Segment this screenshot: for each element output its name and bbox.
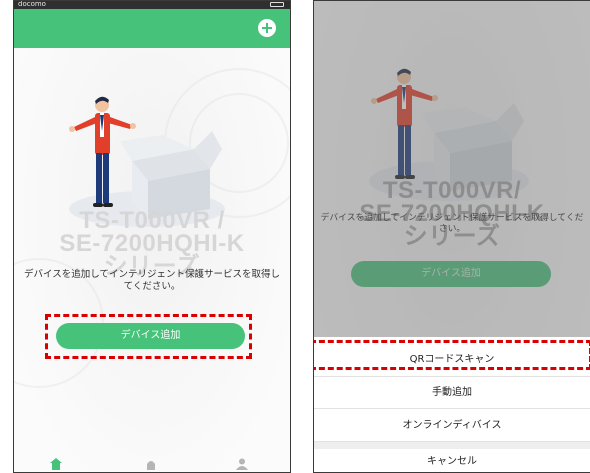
model-name-watermark: TS-T000VR / SE-7200HQHI-K シリーズ — [59, 207, 245, 280]
carrier-label: docomo — [18, 0, 46, 8]
illustration-man-with-box — [69, 96, 225, 227]
app-header — [14, 9, 290, 48]
cancel-option[interactable]: キャンセル — [314, 449, 590, 472]
left-phone-screen: docomo TS-T000VR / SE-7200HQHI-K シリーズ デバ… — [13, 0, 291, 473]
info-message: デバイスを追加してインテリジェント保護サービスを取得してください。 — [24, 269, 280, 292]
manual-add-option[interactable]: 手動追加 — [314, 377, 590, 409]
battery-icon — [270, 2, 284, 7]
home-icon[interactable] — [50, 458, 62, 470]
sheet-divider — [314, 442, 590, 449]
right-phone-screen: TS-T000VR/ SE-7200HQHI-K シリーズ デバイスを追加してイ… — [313, 0, 590, 473]
device-icon[interactable] — [145, 458, 157, 470]
dim-overlay[interactable] — [314, 1, 590, 337]
add-device-button[interactable]: デバイス追加 — [56, 323, 245, 349]
person-icon[interactable] — [236, 458, 248, 470]
add-icon[interactable] — [258, 19, 276, 37]
online-devices-option[interactable]: オンラインディバイス — [314, 409, 590, 442]
status-bar: docomo — [14, 1, 290, 9]
highlight-dashed-box — [314, 340, 590, 370]
